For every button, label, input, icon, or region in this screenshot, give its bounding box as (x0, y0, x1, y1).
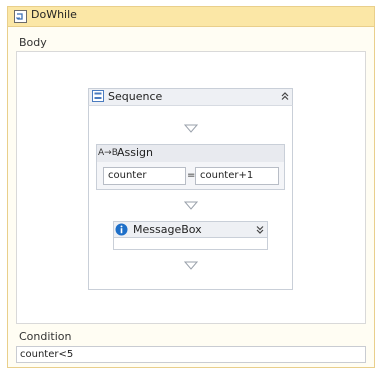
drop-arrow-icon[interactable] (184, 201, 198, 210)
drop-arrow-icon[interactable] (184, 261, 198, 270)
dowhile-title: DoWhile (31, 8, 77, 21)
double-chevron-up-icon[interactable] (279, 90, 291, 102)
sequence-icon (92, 90, 104, 102)
sequence-title: Sequence (108, 90, 163, 103)
dowhile-icon (14, 10, 27, 23)
assign-value-field[interactable]: counter+1 (195, 167, 279, 185)
assign-icon: A→B (98, 148, 118, 158)
assign-title: Assign (117, 146, 153, 159)
double-chevron-down-icon[interactable] (254, 224, 266, 236)
condition-label: Condition (19, 330, 72, 343)
body-label: Body (19, 36, 47, 49)
assign-to-field[interactable]: counter (103, 167, 186, 185)
assign-operator: = (187, 170, 196, 181)
condition-input[interactable]: counter<5 (16, 346, 366, 363)
messagebox-title: MessageBox (133, 223, 202, 236)
drop-arrow-icon[interactable] (184, 124, 198, 133)
info-icon (115, 223, 128, 236)
